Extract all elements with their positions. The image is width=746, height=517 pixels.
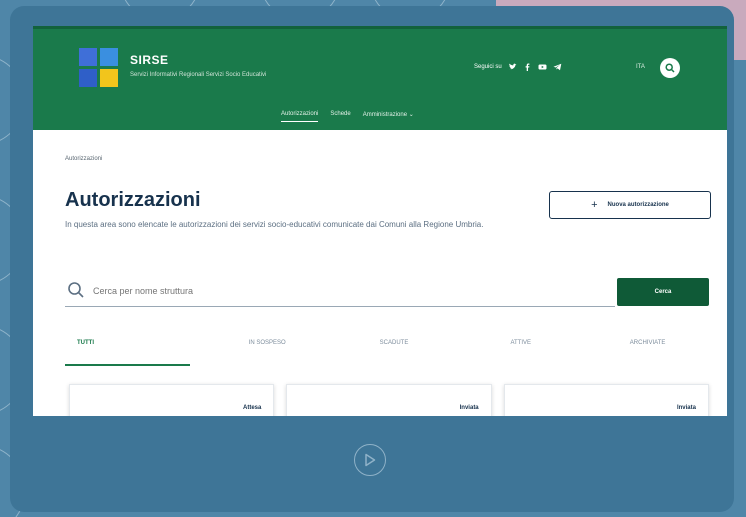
main-nav: Autorizzazioni Schede Amministrazione ⌄ [281,111,414,122]
page-description: In questa area sono elencate le autorizz… [65,220,484,229]
authorization-card[interactable]: Inviata [503,384,709,416]
facebook-icon[interactable] [523,63,532,71]
video-frame: SIRSE Servizi Informativi Regionali Serv… [10,6,734,512]
search-icon [665,63,675,73]
nav-item-schede[interactable]: Schede [330,111,350,122]
social-label: Seguici su [474,64,502,70]
tab-in-sospeso[interactable]: IN SOSPESO [204,326,331,366]
authorization-cards: Attesa Inviata Inviata [69,384,709,416]
status-badge: Inviata [459,405,479,411]
tab-archiviate[interactable]: ARCHIVIATE [584,326,711,366]
breadcrumb[interactable]: Autorizzazioni [65,156,102,162]
search-icon [68,282,84,298]
brand-name[interactable]: SIRSE [130,53,169,67]
logo-icon[interactable] [79,48,119,88]
header-search-button[interactable] [660,58,680,78]
tab-attive[interactable]: ATTIVE [457,326,584,366]
twitter-icon[interactable] [508,63,517,71]
tab-scadute[interactable]: SCADUTE [331,326,458,366]
new-authorization-label: Nuova autorizzazione [607,202,669,208]
youtube-icon[interactable] [538,63,547,71]
telegram-icon[interactable] [553,63,562,71]
tab-tutti[interactable]: TUTTI [65,326,204,366]
site-header: SIRSE Servizi Informativi Regionali Serv… [33,26,727,130]
search-input[interactable] [91,282,595,300]
nav-item-amministrazione[interactable]: Amministrazione ⌄ [363,111,414,122]
authorization-card[interactable]: Inviata [286,384,492,416]
plus-icon: + [591,199,598,211]
play-button[interactable] [354,444,386,476]
authorization-card[interactable]: Attesa [69,384,275,416]
brand-subtitle: Servizi Informativi Regionali Servizi So… [130,72,267,78]
app-screenshot: SIRSE Servizi Informativi Regionali Serv… [33,26,727,416]
header-top-line [33,26,727,29]
nav-item-autorizzazioni[interactable]: Autorizzazioni [281,111,319,122]
page-title: Autorizzazioni [65,189,201,211]
status-tabs: TUTTI IN SOSPESO SCADUTE ATTIVE ARCHIVIA… [65,326,711,366]
search-button[interactable]: Cerca [617,278,709,306]
language-selector[interactable]: ITA [636,64,645,70]
status-badge: Attesa [242,405,262,411]
status-badge: Inviata [676,405,696,411]
search-bar [65,276,615,307]
social-links: Seguici su [474,63,562,71]
new-authorization-button[interactable]: + Nuova autorizzazione [549,191,711,219]
play-icon [365,453,376,467]
